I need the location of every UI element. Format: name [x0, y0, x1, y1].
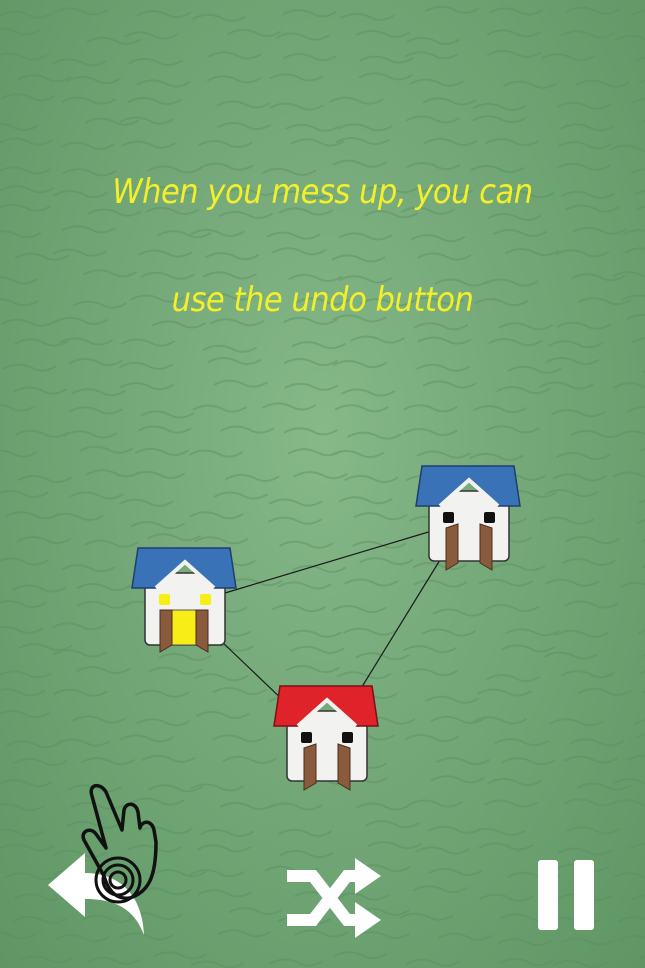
- door-lit: [171, 609, 197, 646]
- window-dark-left: [301, 732, 312, 743]
- house-left[interactable]: [131, 547, 237, 653]
- window-dark-right: [484, 512, 495, 523]
- connection-lines: [219, 529, 441, 706]
- door-right-panel: [337, 743, 351, 791]
- window-lit-left: [159, 594, 170, 605]
- window-lit-right: [200, 594, 211, 605]
- shuffle-button[interactable]: [285, 850, 385, 945]
- house-bottom[interactable]: [273, 685, 379, 791]
- house-right[interactable]: [415, 465, 521, 571]
- window-dark-left: [443, 512, 454, 523]
- pause-button[interactable]: [530, 855, 605, 935]
- connection-left-bottom: [219, 639, 289, 706]
- shuffle-icon: [287, 858, 381, 938]
- door-left-panel: [445, 523, 459, 571]
- door-left-panel: [159, 609, 173, 653]
- connection-left-right: [224, 529, 436, 594]
- pause-icon: [538, 860, 594, 930]
- connection-right-bottom: [359, 559, 441, 691]
- door-right-panel: [195, 609, 209, 653]
- door-right-panel: [479, 523, 493, 571]
- window-dark-right: [342, 732, 353, 743]
- tap-hand-icon: [81, 783, 158, 904]
- door-left-panel: [303, 743, 317, 791]
